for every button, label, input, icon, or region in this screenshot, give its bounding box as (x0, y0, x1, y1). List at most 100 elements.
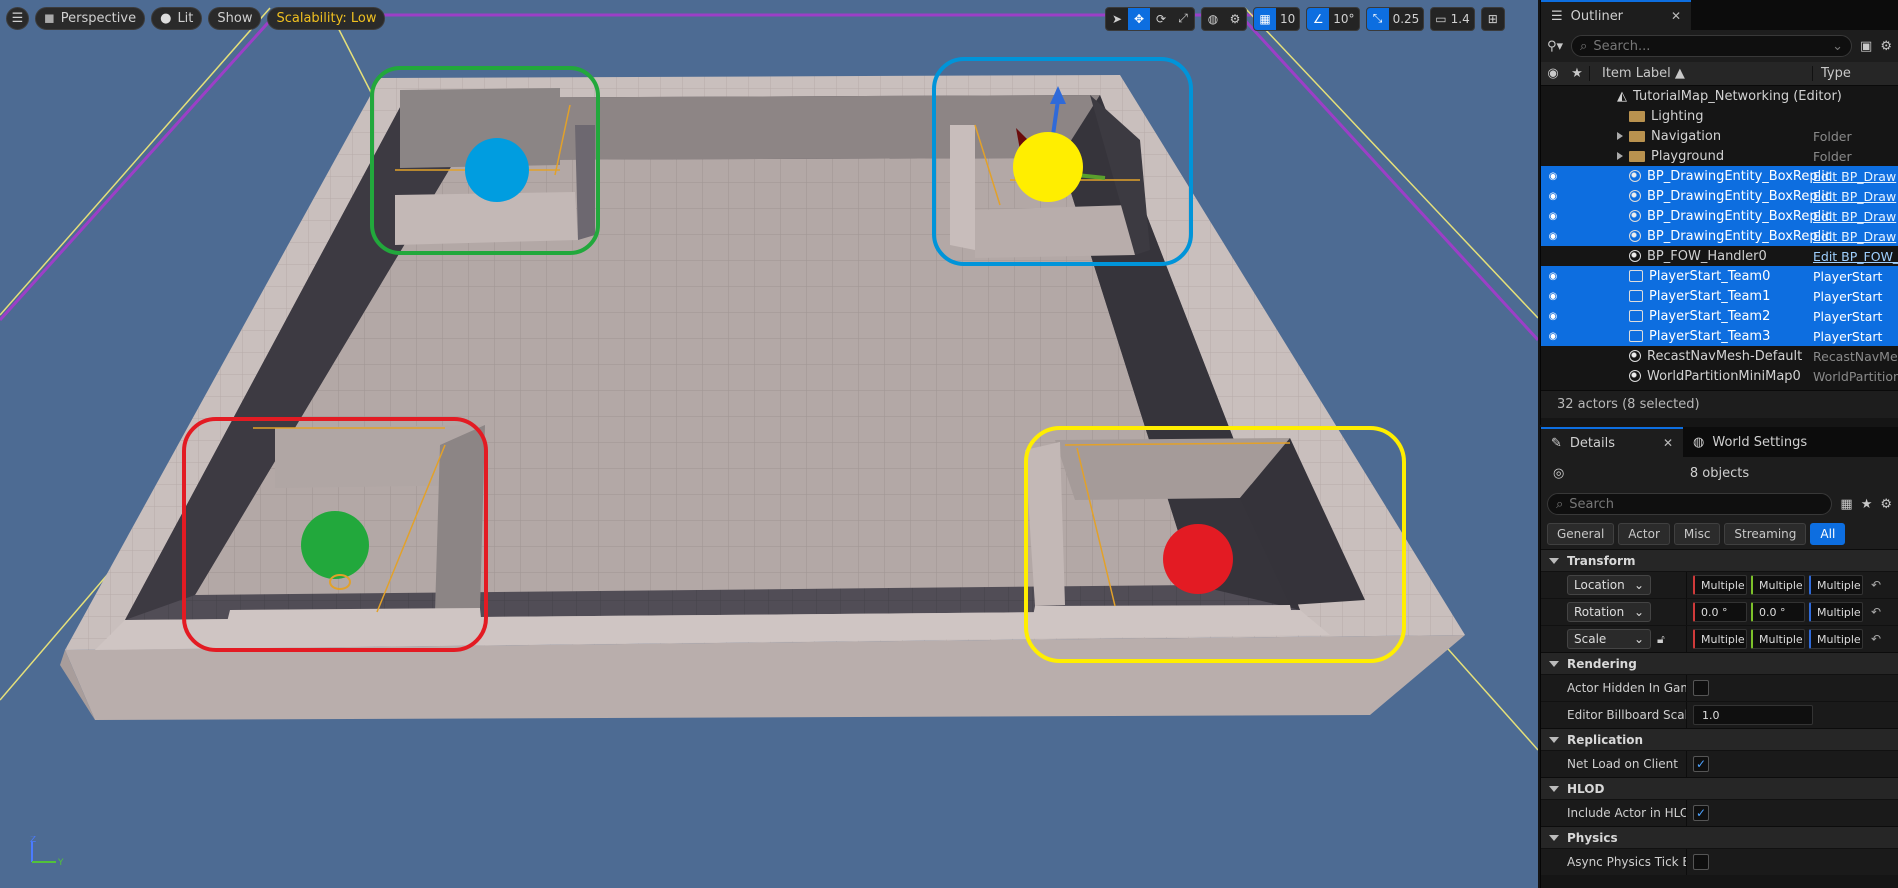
rotation-dropdown[interactable]: Rotation ⌄ (1567, 602, 1651, 622)
rotation-x-field[interactable]: 0.0 ° (1693, 602, 1747, 622)
section-replication[interactable]: Replication (1541, 728, 1898, 750)
visibility-eye-icon[interactable]: ◉ (1541, 331, 1565, 342)
edit-blueprint-link[interactable]: Edit BP_FOW_ (1813, 249, 1898, 264)
outliner-row[interactable]: Navigation Folder (1541, 126, 1898, 146)
outliner-row[interactable]: Playground Folder (1541, 146, 1898, 166)
reset-arrow-icon[interactable]: ↶ (1871, 578, 1881, 592)
close-icon[interactable]: ✕ (1671, 9, 1681, 23)
visibility-eye-icon[interactable]: ◉ (1541, 271, 1565, 282)
section-rendering[interactable]: Rendering (1541, 652, 1898, 674)
visibility-eye-icon[interactable]: ◉ (1541, 211, 1565, 222)
outliner-row[interactable]: ◭ TutorialMap_Networking (Editor) (1541, 86, 1898, 106)
scale-z-field[interactable]: Multiple (1809, 629, 1863, 649)
actor-hidden-checkbox[interactable] (1693, 680, 1709, 696)
include-hlod-checkbox[interactable]: ✓ (1693, 805, 1709, 821)
edit-blueprint-link[interactable]: Edit BP_Draw (1813, 209, 1898, 224)
select-mode-button[interactable]: ➤ (1106, 8, 1128, 30)
rotation-snap-toggle[interactable]: ∠ (1307, 7, 1330, 30)
net-load-checkbox[interactable]: ✓ (1693, 756, 1709, 772)
close-icon[interactable]: ✕ (1663, 436, 1673, 450)
filter-misc[interactable]: Misc (1673, 523, 1721, 545)
visibility-eye-icon[interactable]: ◉ (1541, 171, 1565, 182)
grid-snap-value[interactable]: 10 (1276, 8, 1299, 30)
lock-icon[interactable]: 🔓︎ (1657, 632, 1665, 647)
section-hlod[interactable]: HLOD (1541, 777, 1898, 799)
chevron-down-icon[interactable]: ⌄ (1832, 39, 1843, 54)
location-y-field[interactable]: Multiple (1751, 575, 1805, 595)
visibility-eye-icon[interactable]: ◉ (1541, 311, 1565, 322)
filter-actor[interactable]: Actor (1618, 523, 1670, 545)
billboard-scale-field[interactable]: 1.0 (1693, 705, 1813, 725)
expand-arrow-icon[interactable] (1617, 152, 1623, 160)
table-view-icon[interactable]: ▦ (1840, 497, 1852, 512)
filter-all[interactable]: All (1810, 523, 1846, 545)
outliner-row[interactable]: ◉ PlayerStart_Team1 PlayerStart (1541, 286, 1898, 306)
translate-mode-button[interactable]: ✥ (1128, 7, 1150, 30)
viewport-layout-button[interactable]: ⊞ (1482, 8, 1504, 30)
async-physics-checkbox[interactable] (1693, 854, 1709, 870)
scale-y-field[interactable]: Multiple (1751, 629, 1805, 649)
perspective-button[interactable]: ◼ Perspective (35, 7, 146, 30)
outliner-row[interactable]: ◉ BP_DrawingEntity_BoxReplic Edit BP_Draw (1541, 186, 1898, 206)
section-transform[interactable]: Transform (1541, 549, 1898, 571)
outliner-row[interactable]: RecastNavMesh-Default RecastNavMe (1541, 346, 1898, 366)
outliner-search-input[interactable]: ⌕ Search... ⌄ (1571, 35, 1853, 57)
visibility-eye-icon[interactable]: ◉ (1541, 291, 1565, 302)
tab-outliner[interactable]: ☰ Outliner ✕ (1541, 0, 1692, 30)
visibility-eye-icon[interactable]: ◉ (1541, 231, 1565, 242)
grid-snap-toggle[interactable]: ▦ (1254, 7, 1276, 30)
viewport-menu-button[interactable]: ☰ (6, 7, 29, 30)
scale-dropdown[interactable]: Scale ⌄ (1567, 629, 1651, 649)
pinned-column-icon[interactable]: ★ (1565, 66, 1589, 81)
column-item-label[interactable]: Item Label ▲ (1589, 66, 1812, 81)
column-type[interactable]: Type (1812, 66, 1898, 81)
filter-general[interactable]: General (1547, 523, 1615, 545)
visibility-column-icon[interactable]: ◉ (1541, 66, 1565, 81)
view-mode-button[interactable]: ● Lit (151, 7, 203, 30)
expand-arrow-icon[interactable] (1617, 132, 1623, 140)
outliner-row[interactable]: ◉ BP_DrawingEntity_BoxReplic Edit BP_Draw (1541, 166, 1898, 186)
location-dropdown[interactable]: Location ⌄ (1567, 575, 1651, 595)
scale-x-field[interactable]: Multiple (1693, 629, 1747, 649)
outliner-row[interactable]: ◉ PlayerStart_Team0 PlayerStart (1541, 266, 1898, 286)
details-search-input[interactable]: ⌕ Search (1547, 493, 1833, 515)
edit-blueprint-link[interactable]: Edit BP_Draw (1813, 189, 1898, 204)
show-button[interactable]: Show (208, 7, 262, 30)
outliner-row[interactable]: Lighting (1541, 106, 1898, 126)
edit-blueprint-link[interactable]: Edit BP_Draw (1813, 169, 1898, 184)
reset-arrow-icon[interactable]: ↶ (1871, 605, 1881, 619)
scene-render[interactable] (0, 0, 1538, 888)
section-physics[interactable]: Physics (1541, 826, 1898, 848)
filter-streaming[interactable]: Streaming (1724, 523, 1807, 545)
tab-details[interactable]: ✎ Details ✕ (1541, 427, 1684, 457)
outliner-row[interactable]: ◉ BP_DrawingEntity_BoxReplic Edit BP_Draw (1541, 206, 1898, 226)
outliner-row[interactable]: ◉ BP_DrawingEntity_BoxReplic Edit BP_Draw (1541, 226, 1898, 246)
gear-icon[interactable]: ⚙ (1880, 497, 1892, 512)
scale-snap-toggle[interactable]: ⤡ (1366, 7, 1389, 30)
location-z-field[interactable]: Multiple (1809, 575, 1863, 595)
outliner-row[interactable]: ◉ PlayerStart_Team2 PlayerStart (1541, 306, 1898, 326)
rotate-mode-button[interactable]: ⟳ (1150, 8, 1172, 30)
reset-arrow-icon[interactable]: ↶ (1871, 632, 1881, 646)
edit-blueprint-link[interactable]: Edit BP_Draw (1813, 229, 1898, 244)
favorite-star-icon[interactable]: ★ (1861, 497, 1873, 512)
surface-snap-button[interactable]: ⚙ (1224, 8, 1246, 30)
scale-snap-value[interactable]: 0.25 (1389, 8, 1424, 30)
location-x-field[interactable]: Multiple (1693, 575, 1747, 595)
outliner-row[interactable]: WorldPartitionMiniMap0 WorldPartition (1541, 366, 1898, 386)
world-space-button[interactable]: ◍ (1202, 8, 1224, 30)
rotation-snap-value[interactable]: 10° (1329, 8, 1358, 30)
level-viewport[interactable]: ☰ ◼ Perspective ● Lit Show Scalability: Lo… (0, 0, 1538, 888)
tab-world-settings[interactable]: ◍ World Settings (1683, 427, 1817, 457)
add-folder-icon[interactable]: ▣ (1860, 39, 1872, 54)
filter-icon[interactable]: ⚲▾ (1547, 39, 1563, 54)
camera-speed-button[interactable]: ▭ 1.4 (1431, 8, 1473, 30)
rotation-z-field[interactable]: Multiple (1809, 602, 1863, 622)
scalability-warning[interactable]: Scalability: Low (267, 7, 386, 30)
gear-icon[interactable]: ⚙ (1880, 39, 1892, 54)
visibility-eye-icon[interactable]: ◉ (1541, 191, 1565, 202)
outliner-row[interactable]: ◉ PlayerStart_Team3 PlayerStart (1541, 326, 1898, 346)
outliner-row[interactable]: BP_FOW_Handler0 Edit BP_FOW_ (1541, 246, 1898, 266)
rotation-y-field[interactable]: 0.0 ° (1751, 602, 1805, 622)
scale-mode-button[interactable]: ⤢ (1172, 8, 1194, 30)
